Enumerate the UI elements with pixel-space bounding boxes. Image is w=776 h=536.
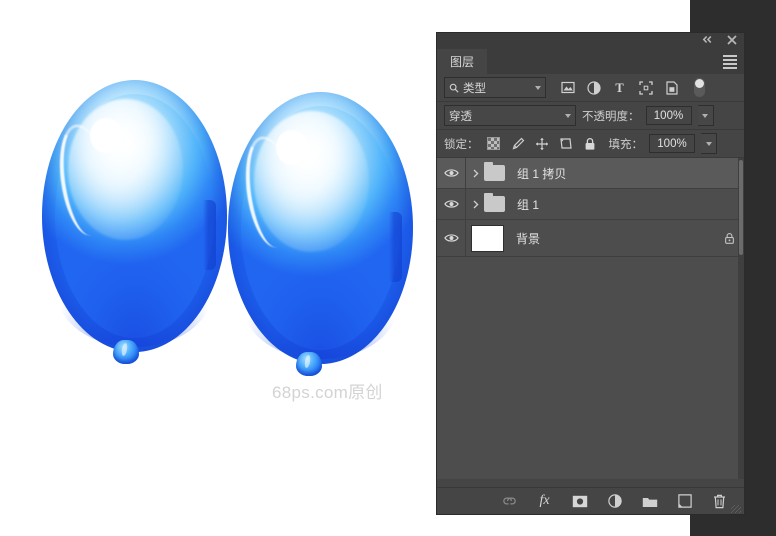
collapse-panel-icon[interactable] xyxy=(701,35,714,47)
double-chevron-left-icon xyxy=(702,35,712,44)
close-panel-icon[interactable] xyxy=(725,35,738,47)
table-row[interactable]: 组 1 xyxy=(437,189,744,220)
eye-icon xyxy=(443,234,459,242)
chevron-right-icon[interactable] xyxy=(469,169,482,178)
layer-locked-icon xyxy=(722,231,736,245)
layer-name: 组 1 拷贝 xyxy=(517,166,567,181)
lock-artboard-nesting-icon[interactable] xyxy=(559,137,573,151)
panel-menu-icon[interactable] xyxy=(723,55,737,69)
link-layers-icon[interactable] xyxy=(501,493,518,510)
fill-input[interactable]: 100% xyxy=(649,134,695,153)
pixel-layer-filter-icon[interactable] xyxy=(560,80,575,95)
delete-layer-icon[interactable] xyxy=(711,493,728,510)
lock-transparent-pixels-icon[interactable] xyxy=(487,137,501,151)
filter-icon-group: T xyxy=(560,80,679,95)
lock-all-icon[interactable] xyxy=(583,137,597,151)
tab-layers[interactable]: 图层 xyxy=(437,49,488,74)
blend-mode-value: 穿透 xyxy=(449,110,472,123)
balloon-right xyxy=(228,92,413,364)
balloon-bottom-shade xyxy=(56,237,213,347)
layer-name: 组 1 xyxy=(517,197,540,212)
type-layer-filter-icon[interactable]: T xyxy=(612,80,627,95)
layer-style-fx-icon[interactable]: fx xyxy=(536,493,553,510)
filter-kind-label: 类型 xyxy=(463,82,486,95)
layer-list-scrollbar[interactable] xyxy=(738,158,744,479)
lock-position-icon[interactable] xyxy=(535,137,549,151)
lock-image-pixels-icon[interactable] xyxy=(511,137,525,151)
balloon-side-facet xyxy=(388,211,402,283)
layer-filter-row: 类型 T xyxy=(437,74,744,102)
lock-icon-group xyxy=(487,137,597,151)
chevron-down-icon xyxy=(702,113,708,118)
filter-enable-toggle[interactable] xyxy=(694,78,705,97)
panel-titlebar xyxy=(437,33,744,49)
blend-mode-select[interactable]: 穿透 xyxy=(444,105,576,126)
layers-panel: 图层 类型 T 穿透 不透明度： 100% 锁定： 填充： 100% 组 1 拷… xyxy=(437,33,744,514)
layer-visibility-toggle[interactable] xyxy=(437,189,466,219)
search-icon xyxy=(449,83,459,93)
eye-icon xyxy=(443,169,459,177)
fill-stepper[interactable] xyxy=(701,133,717,154)
chevron-down-icon xyxy=(535,85,541,90)
table-row[interactable]: 组 1 拷贝 xyxy=(437,158,744,189)
smart-object-filter-icon[interactable] xyxy=(664,80,679,95)
balloon-bottom-shade xyxy=(242,249,399,359)
add-layer-mask-icon[interactable] xyxy=(571,493,588,510)
layers-panel-toolbar: fx xyxy=(437,487,744,514)
layer-visibility-toggle[interactable] xyxy=(437,158,466,188)
new-group-icon[interactable] xyxy=(641,493,658,510)
layer-visibility-toggle[interactable] xyxy=(437,220,466,256)
scrollbar-thumb[interactable] xyxy=(739,160,743,255)
layer-name: 背景 xyxy=(516,231,541,246)
chevron-down-icon xyxy=(565,113,571,118)
layer-thumbnail xyxy=(471,224,504,252)
opacity-label: 不透明度： xyxy=(582,110,640,123)
balloon-left xyxy=(42,80,227,352)
adjustment-layer-filter-icon[interactable] xyxy=(586,80,601,95)
lock-row: 锁定： 填充： 100% xyxy=(437,130,744,158)
chevron-down-icon xyxy=(705,141,712,146)
layer-list[interactable]: 组 1 拷贝 组 1 背景 xyxy=(437,158,744,479)
lock-label: 锁定： xyxy=(444,138,479,151)
svg-text:T: T xyxy=(615,81,624,94)
tab-layers-label: 图层 xyxy=(450,55,475,69)
close-icon xyxy=(726,35,737,45)
blend-mode-row: 穿透 不透明度： 100% xyxy=(437,102,744,130)
balloon-left-knot xyxy=(113,340,139,364)
fx-label: fx xyxy=(539,493,550,508)
chevron-right-icon[interactable] xyxy=(469,200,482,209)
panel-resize-grip[interactable] xyxy=(731,505,741,513)
group-folder-icon xyxy=(484,193,505,212)
group-folder-icon xyxy=(484,162,505,181)
new-layer-icon[interactable] xyxy=(676,493,693,510)
fill-label: 填充： xyxy=(608,138,644,151)
filter-kind-select[interactable]: 类型 xyxy=(444,77,546,98)
panel-tabbar: 图层 xyxy=(437,49,744,74)
balloon-spot-highlight xyxy=(90,118,122,154)
watermark-text: 68ps.com原创 xyxy=(272,383,383,402)
balloon-spot-highlight xyxy=(276,130,308,166)
shape-layer-filter-icon[interactable] xyxy=(638,80,653,95)
balloon-side-facet xyxy=(202,199,216,271)
eye-icon xyxy=(443,200,459,208)
opacity-input[interactable]: 100% xyxy=(645,106,692,125)
balloon-right-knot xyxy=(296,352,322,376)
new-adjustment-layer-icon[interactable] xyxy=(606,493,623,510)
opacity-stepper[interactable] xyxy=(697,105,714,126)
table-row[interactable]: 背景 xyxy=(437,220,744,257)
